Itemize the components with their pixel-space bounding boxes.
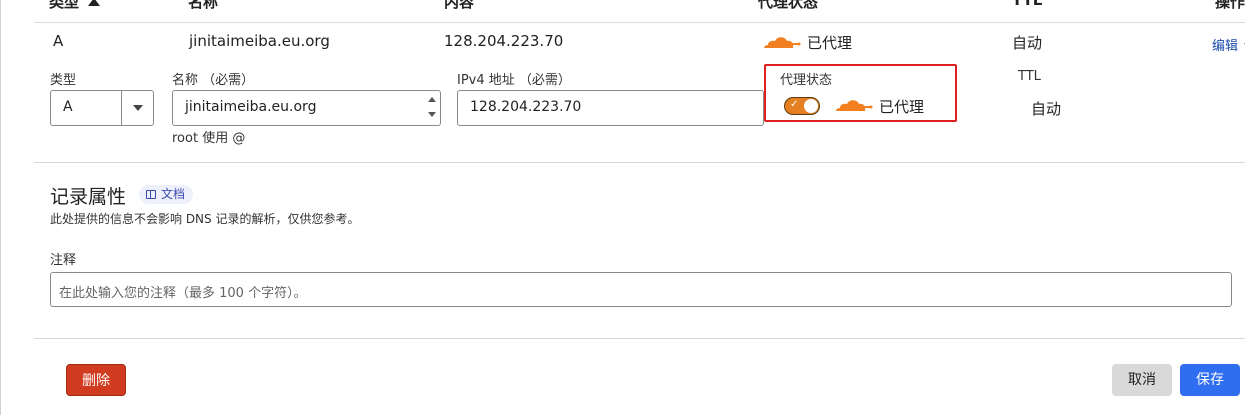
- book-icon: [146, 190, 156, 199]
- name-spinner[interactable]: [426, 94, 438, 122]
- proxy-status-label: 代理状态: [780, 73, 833, 88]
- record-ttl: 自动: [1012, 34, 1043, 52]
- record-content: 128.204.223.70: [444, 32, 564, 50]
- spinner-down-icon[interactable]: [428, 112, 436, 117]
- comment-input[interactable]: 在此处输入您的注释（最多 100 个字符）。: [50, 272, 1232, 307]
- proxy-status-value: 已代理: [879, 98, 925, 116]
- name-input-value: jinitaimeiba.eu.org: [185, 99, 317, 115]
- name-hint: root 使用 @: [172, 131, 246, 146]
- ttl-value: 自动: [1031, 100, 1062, 118]
- header-divider: [34, 22, 1245, 23]
- check-icon: ✓: [790, 99, 799, 110]
- comment-label: 注释: [50, 253, 77, 268]
- column-header-name[interactable]: 名称: [188, 0, 218, 12]
- section-divider: [34, 162, 1245, 163]
- proxy-toggle[interactable]: ✓: [784, 97, 820, 115]
- cancel-button[interactable]: 取消: [1112, 364, 1172, 396]
- docs-badge-label: 文档: [161, 187, 186, 201]
- edit-record-label: 编辑: [1212, 39, 1239, 54]
- record-attributes-title: 记录属性: [50, 186, 127, 208]
- cloud-icon: [833, 98, 873, 112]
- name-label: 名称 （必需）: [172, 73, 255, 88]
- left-border: [0, 0, 1, 415]
- column-header-type-label: 类型: [49, 0, 80, 11]
- spinner-up-icon[interactable]: [428, 97, 436, 102]
- name-input[interactable]: jinitaimeiba.eu.org: [172, 90, 441, 126]
- type-select[interactable]: A: [50, 90, 154, 126]
- save-button[interactable]: 保存: [1180, 364, 1240, 396]
- column-header-type[interactable]: 类型: [49, 0, 101, 12]
- cloud-icon: [761, 35, 801, 49]
- toggle-knob: [804, 99, 818, 113]
- docs-badge[interactable]: 文档: [139, 185, 194, 204]
- record-type: A: [53, 32, 64, 50]
- ttl-label: TTL: [1018, 69, 1041, 84]
- record-attributes-description: 此处提供的信息不会影响 DNS 记录的解析，仅供您参考。: [50, 212, 360, 226]
- column-header-proxy-status[interactable]: 代理状态: [758, 0, 818, 12]
- footer-divider: [34, 338, 1245, 339]
- column-header-ttl[interactable]: TTL: [1012, 0, 1042, 9]
- type-label: 类型: [50, 73, 77, 88]
- column-header-content[interactable]: 内容: [444, 0, 474, 12]
- ipv4-label: IPv4 地址 （必需）: [457, 73, 571, 88]
- ipv4-input[interactable]: 128.204.223.70: [457, 90, 764, 126]
- chevron-down-icon[interactable]: [121, 91, 153, 125]
- record-proxy-status: 已代理: [807, 34, 853, 52]
- comment-input-placeholder: 在此处输入您的注释（最多 100 个字符）。: [59, 286, 307, 301]
- type-select-value: A: [63, 99, 73, 115]
- column-header-actions: 操作: [1215, 0, 1245, 11]
- record-name: jinitaimeiba.eu.org: [189, 32, 330, 50]
- delete-button[interactable]: 删除: [66, 364, 126, 396]
- ipv4-input-value: 128.204.223.70: [470, 99, 582, 115]
- sort-ascending-icon: [88, 0, 101, 6]
- edit-record-link[interactable]: 编辑: [1212, 35, 1245, 54]
